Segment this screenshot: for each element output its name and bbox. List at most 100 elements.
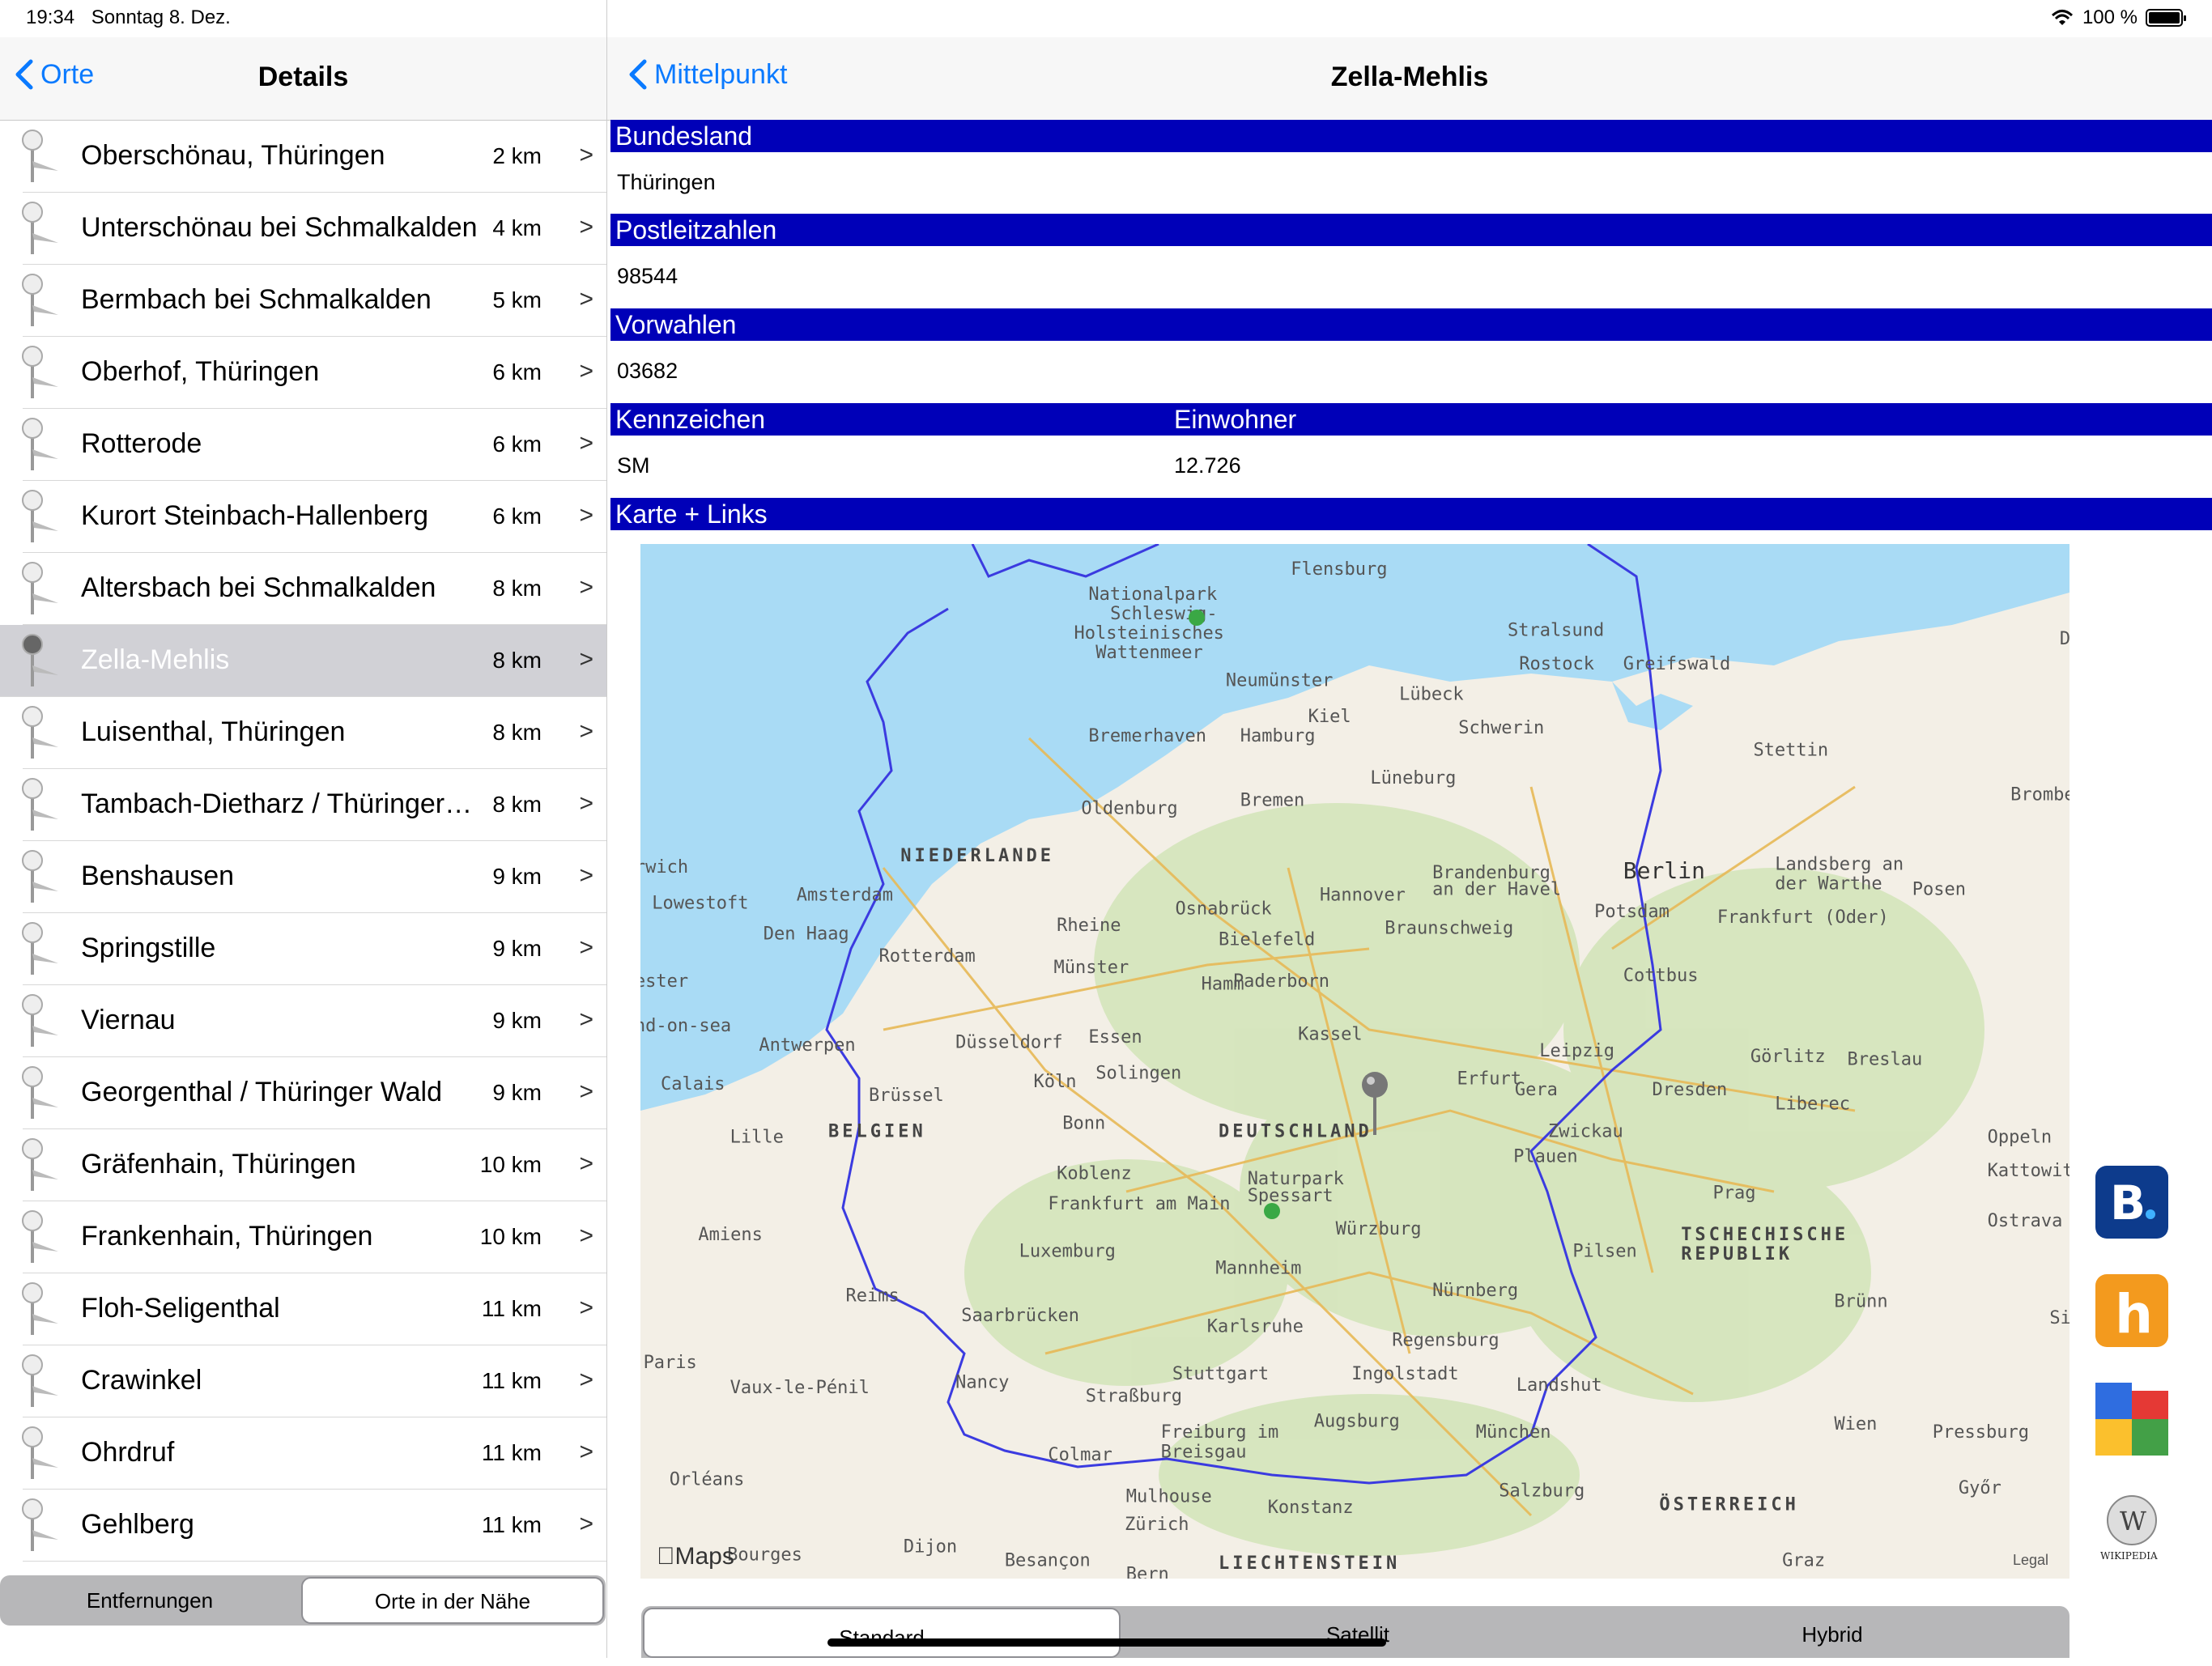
map-label: Brünn	[1834, 1292, 1887, 1312]
map-label: Oppeln	[1988, 1128, 2052, 1148]
segment-standard[interactable]: Standard	[643, 1608, 1121, 1658]
place-distance: 11 km	[481, 1440, 542, 1465]
map-label: Hannover	[1320, 885, 1406, 905]
map-label: Zwickau	[1548, 1122, 1623, 1142]
segment-satellit[interactable]: Satellit	[1121, 1606, 1595, 1658]
map-label: Lübeck	[1399, 685, 1463, 705]
booking-icon[interactable]: B	[2095, 1166, 2168, 1239]
hotels-icon[interactable]: h	[2095, 1274, 2168, 1347]
legal-link[interactable]: Legal	[2013, 1552, 2048, 1569]
place-name: Crawinkel	[81, 1365, 202, 1396]
map-canvas[interactable]: FlensburgNationalparkSchleswig-Holsteini…	[640, 544, 2069, 1579]
section-kennzeichen-einwohner: Kennzeichen Einwohner SM 12.726	[610, 403, 2212, 494]
map-label: Nürnberg	[1432, 1281, 1518, 1301]
map-label: Wattenmeer	[1095, 643, 1202, 663]
segment-entfernungen[interactable]: Entfernungen	[0, 1575, 300, 1626]
map-type-segmented-control: Standard Satellit Hybrid	[641, 1606, 2069, 1658]
place-distance: 10 km	[479, 1224, 542, 1249]
map-label: Neumünster	[1226, 670, 1333, 691]
map-label: Konstanz	[1268, 1498, 1354, 1518]
disclosure-arrow: >	[579, 1150, 593, 1177]
kennzeichen-header: Kennzeichen	[615, 405, 766, 434]
postleitzahl-value: 98544	[617, 264, 678, 288]
map-label: Saarbrücken	[961, 1306, 1079, 1326]
map-label: Besançon	[1005, 1550, 1091, 1570]
section-header: Postleitzahlen	[610, 214, 2212, 246]
map-label: Kassel	[1298, 1024, 1362, 1044]
list-item[interactable]: Ohrdruf 11 km >	[22, 1417, 606, 1490]
disclosure-arrow: >	[579, 790, 593, 817]
list-item[interactable]: Gräfenhain, Thüringen 10 km >	[22, 1129, 606, 1201]
map-label: Spessart	[1248, 1186, 1334, 1206]
master-pane: Orte Details Oberschönau, Thüringen 2 km >…	[0, 0, 607, 1658]
list-item[interactable]: Georgenthal / Thüringer Wald 9 km >	[22, 1057, 606, 1129]
pin-icon	[22, 994, 58, 1047]
pin-icon	[22, 778, 58, 831]
list-item[interactable]: Springstille 9 km >	[22, 913, 606, 985]
place-distance: 6 km	[492, 504, 542, 529]
wikipedia-icon[interactable]: W WIKIPEDIA	[2095, 1491, 2168, 1564]
pin-icon	[22, 634, 58, 686]
map-label: Amsterdam	[797, 885, 893, 905]
list-item[interactable]: Zella-Mehlis 8 km >	[0, 625, 606, 697]
disclosure-arrow: >	[579, 646, 593, 673]
map-view[interactable]: Flensburg Nationalpark Schleswig- Holsteini…	[640, 544, 2069, 1579]
pin-icon	[22, 1498, 58, 1551]
place-name: Unterschönau bei Schmalkalden	[81, 212, 478, 243]
list-item[interactable]: Altersbach bei Schmalkalden 8 km >	[22, 553, 606, 625]
map-label: Lille	[730, 1128, 784, 1148]
place-name: Frankenhain, Thüringen	[81, 1221, 373, 1252]
place-distance: 10 km	[479, 1152, 542, 1177]
map-label: Vaux-le-Pénil	[730, 1378, 870, 1398]
map-label: BELGIEN	[828, 1122, 926, 1142]
google-icon[interactable]	[2095, 1383, 2168, 1456]
map-label: Freiburg im	[1161, 1422, 1279, 1443]
list-item[interactable]: Crawinkel 11 km >	[22, 1345, 606, 1417]
list-item[interactable]: Bermbach bei Schmalkalden 5 km >	[22, 265, 606, 337]
map-label: Zürich	[1125, 1515, 1189, 1535]
list-item[interactable]: Oberschönau, Thüringen 2 km >	[22, 121, 606, 193]
map-label: Landshut	[1516, 1375, 1602, 1396]
list-item[interactable]: Viernau 9 km >	[22, 985, 606, 1057]
map-label: Paderborn	[1233, 971, 1329, 992]
segment-orte-in-der-nähe[interactable]: Orte in der Nähe	[301, 1577, 604, 1624]
map-label: Pilsen	[1572, 1242, 1636, 1262]
pin-icon	[22, 1066, 58, 1119]
list-item[interactable]: Oberhof, Thüringen 6 km >	[22, 337, 606, 409]
list-item[interactable]: Benshausen 9 km >	[22, 841, 606, 913]
svg-text:B: B	[2110, 1175, 2146, 1230]
list-item[interactable]: Kurort Steinbach-Hallenberg 6 km >	[22, 481, 606, 553]
pin-icon	[22, 706, 58, 759]
disclosure-arrow: >	[579, 1222, 593, 1249]
map-label: Karlsruhe	[1207, 1317, 1304, 1337]
map-label: Breslau	[1847, 1049, 1922, 1069]
list-item[interactable]: Frankenhain, Thüringen 10 km >	[22, 1201, 606, 1273]
map-label: Flensburg	[1291, 559, 1387, 580]
map-label: Pressburg	[1933, 1422, 2029, 1443]
svg-text:WIKIPEDIA: WIKIPEDIA	[2100, 1550, 2158, 1562]
section-header: Kennzeichen Einwohner	[610, 403, 2212, 436]
map-label: der Warthe	[1775, 874, 1882, 895]
pin-icon	[22, 922, 58, 975]
map-label: Bourges	[727, 1545, 802, 1566]
section-header: Karte + Links	[610, 498, 2212, 530]
svg-text:h: h	[2115, 1283, 2153, 1345]
map-label: Bremen	[1240, 790, 1304, 810]
list-item[interactable]: Luisenthal, Thüringen 8 km >	[22, 697, 606, 769]
list-item[interactable]: Tambach-Dietharz / Thüringer… 8 km >	[22, 769, 606, 841]
map-label: Liberec	[1775, 1094, 1850, 1114]
list-item[interactable]: Rotterode 6 km >	[22, 409, 606, 481]
segment-hybrid[interactable]: Hybrid	[1595, 1606, 2069, 1658]
place-distance: 9 km	[492, 936, 542, 961]
list-item[interactable]: Gehlberg 11 km >	[22, 1490, 606, 1562]
map-label: nd-on-sea	[640, 1016, 731, 1036]
map-label: Bielefeld	[1219, 929, 1315, 950]
place-distance: 9 km	[492, 864, 542, 889]
map-label: Calais	[661, 1074, 725, 1094]
pin-icon	[22, 418, 58, 470]
place-name: Georgenthal / Thüringer Wald	[81, 1077, 443, 1107]
map-label: Reims	[845, 1286, 899, 1307]
map-label: Brüssel	[869, 1086, 944, 1106]
list-item[interactable]: Floh-Seligenthal 11 km >	[22, 1273, 606, 1345]
list-item[interactable]: Unterschönau bei Schmalkalden 4 km >	[22, 193, 606, 265]
